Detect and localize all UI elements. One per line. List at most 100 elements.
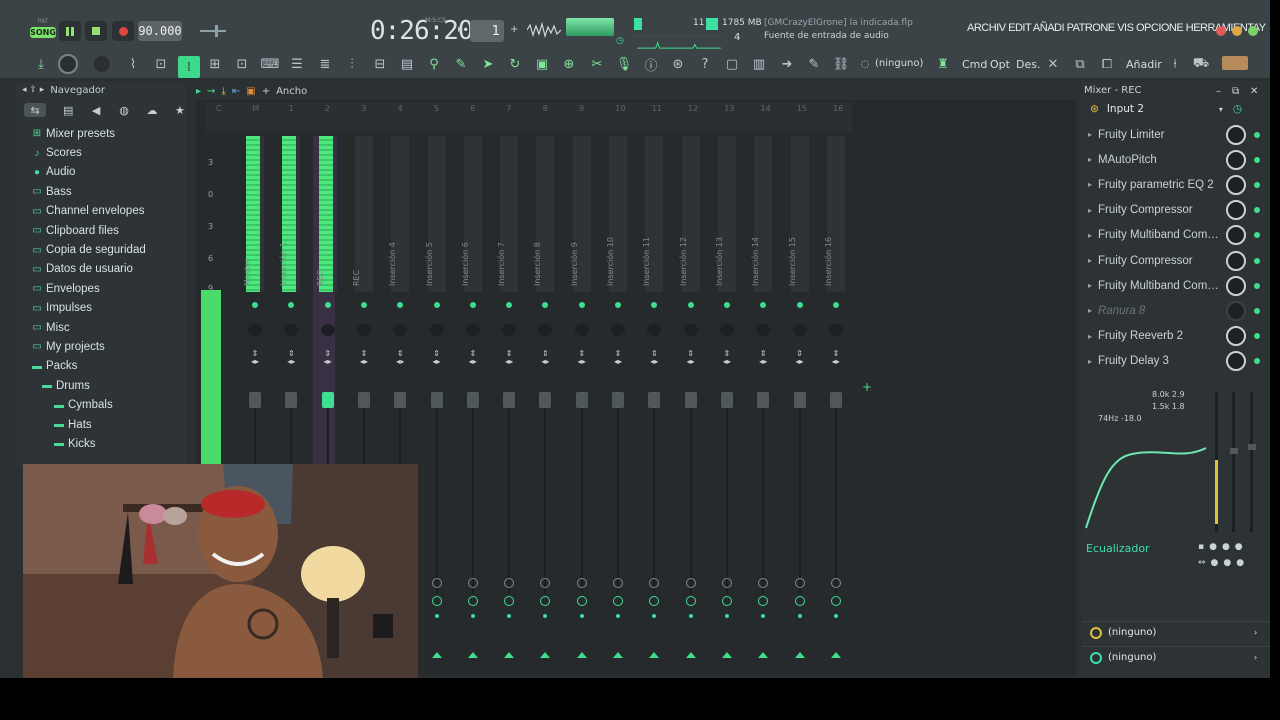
slot-enable-icon[interactable]: [1254, 257, 1260, 264]
strip-volume-fader[interactable]: [394, 392, 407, 408]
strip-volume-fader[interactable]: [539, 392, 552, 408]
strip-enable-icon[interactable]: [542, 302, 549, 308]
link-icon[interactable]: ⛓: [832, 56, 850, 72]
strip-stereo-icon[interactable]: ⇕ ◂▸: [720, 350, 734, 366]
browser-item[interactable]: ▭ Misc: [16, 318, 186, 337]
panel-minimize-icon[interactable]: –: [1216, 86, 1221, 97]
mixer-tool-3-icon[interactable]: ⇤: [232, 86, 240, 97]
cut-icon[interactable]: ✂: [588, 56, 606, 72]
strip-volume-fader[interactable]: [249, 392, 261, 408]
slot-mix-knob[interactable]: [1226, 250, 1246, 271]
cart-icon[interactable]: ⛟: [1192, 56, 1210, 72]
strip-volume-fader[interactable]: [285, 392, 298, 408]
browser-plugin-icon[interactable]: ◍: [118, 103, 130, 117]
effect-slot[interactable]: ▸ Fruity Multiband Compr...: [1082, 273, 1270, 298]
strip-volume-fader[interactable]: [357, 392, 370, 408]
slot-mix-knob[interactable]: [1226, 300, 1246, 321]
strip-send-icon[interactable]: [613, 596, 623, 606]
save-icon[interactable]: ▣: [533, 56, 551, 72]
pattern-add-icon[interactable]: +: [510, 24, 518, 35]
strip-send-icon[interactable]: [467, 596, 478, 606]
strip-send-icon[interactable]: [649, 596, 660, 606]
strip-volume-fader[interactable]: [720, 392, 733, 408]
strip-volume-fader[interactable]: [321, 392, 334, 408]
strip-enable-icon[interactable]: [397, 302, 404, 308]
slot-enable-icon[interactable]: [1254, 307, 1260, 314]
mixer-menu-arrow-icon[interactable]: ▸: [196, 86, 201, 97]
strip-route-arrow-icon[interactable]: [721, 652, 732, 658]
add-insert-icon[interactable]: +: [862, 380, 872, 394]
maximize-window-icon[interactable]: [1248, 26, 1258, 36]
strip-pan-knob[interactable]: [356, 324, 371, 336]
master-volume-knob[interactable]: [58, 54, 78, 74]
des-menu[interactable]: Des.: [1016, 58, 1040, 71]
strip-pan-knob[interactable]: [320, 324, 335, 336]
strip-send-dot[interactable]: [507, 614, 512, 618]
mixer-add-icon[interactable]: +: [262, 86, 270, 97]
mixer-strip[interactable]: Inserción 13 ⇕ ◂▸: [712, 136, 742, 658]
tempo-display[interactable]: 90.000: [138, 21, 182, 41]
effect-slot[interactable]: ▸ Ranura 8: [1082, 298, 1270, 323]
strip-pan-knob[interactable]: [756, 324, 771, 336]
browser-cloud-icon[interactable]: ☁: [146, 103, 158, 117]
slot-mix-knob[interactable]: [1226, 174, 1246, 195]
strip-route-icon[interactable]: [830, 578, 841, 588]
refresh-icon[interactable]: ↻: [506, 56, 524, 72]
browser-item[interactable]: ▭ Datos de usuario: [16, 260, 186, 279]
eq-band-knobs[interactable]: ▪●●●: [1198, 542, 1248, 552]
effect-slot[interactable]: ▸ Fruity Delay 3: [1082, 349, 1270, 374]
strip-send-icon[interactable]: [576, 596, 587, 606]
fader-icon[interactable]: ⍿: [1166, 56, 1184, 72]
slot-expand-icon[interactable]: ▸: [1082, 231, 1098, 240]
strip-pan-knob[interactable]: [719, 324, 734, 336]
mixer-icon[interactable]: ⫶: [343, 56, 361, 72]
strip-enable-icon[interactable]: [506, 302, 513, 308]
output-route[interactable]: (ninguno) ›: [1082, 621, 1270, 643]
strip-send-dot[interactable]: [434, 614, 439, 618]
strip-stereo-icon[interactable]: ⇕ ◂▸: [393, 350, 407, 366]
send-icon[interactable]: ➤: [479, 56, 497, 72]
metronome-icon[interactable]: ⊡: [233, 56, 251, 72]
strip-send-dot[interactable]: [616, 614, 620, 618]
strip-enable-icon[interactable]: [687, 302, 694, 308]
slot-mix-knob[interactable]: [1226, 326, 1246, 347]
slot-enable-icon[interactable]: [1254, 232, 1260, 239]
mixer-strip[interactable]: Inserción 6 ⇕ ◂▸: [458, 136, 488, 658]
play-button[interactable]: [59, 21, 81, 41]
eq-band-knobs-2[interactable]: ⇔●●●: [1198, 558, 1249, 568]
strip-stereo-icon[interactable]: ⇕ ◂▸: [284, 350, 298, 366]
strip-route-icon[interactable]: [758, 578, 769, 588]
strip-route-icon[interactable]: [613, 578, 623, 588]
strip-send-dot[interactable]: [797, 614, 802, 618]
browser-item[interactable]: ▬ Cymbals: [16, 395, 186, 414]
master-pitch-slider[interactable]: [200, 25, 226, 37]
browser-item[interactable]: ▭ Impulses: [16, 299, 186, 318]
effect-slot[interactable]: ▸ Fruity Compressor: [1082, 248, 1270, 273]
strip-stereo-icon[interactable]: ⇕ ◂▸: [466, 350, 480, 366]
slot-expand-icon[interactable]: ▸: [1082, 281, 1098, 290]
effect-slot[interactable]: ▸ Fruity parametric EQ 2: [1082, 172, 1270, 197]
strip-route-icon[interactable]: [649, 578, 660, 588]
strip-route-icon[interactable]: [685, 578, 696, 588]
strip-volume-fader[interactable]: [612, 392, 624, 408]
strip-volume-fader[interactable]: [430, 392, 443, 408]
strip-send-dot[interactable]: [833, 614, 838, 618]
snap-icon[interactable]: ⌇: [124, 56, 142, 72]
mixer-strip[interactable]: Inserción 7 ⇕ ◂▸: [494, 136, 524, 658]
mixer-tool-4-icon[interactable]: ▣: [246, 86, 255, 97]
typing-keyboard-icon[interactable]: ⌨: [261, 56, 280, 72]
strip-pan-knob[interactable]: [284, 324, 299, 336]
slot-name[interactable]: MAutoPitch: [1098, 154, 1224, 166]
slot-expand-icon[interactable]: ▸: [1082, 256, 1098, 265]
strip-pan-knob[interactable]: [792, 324, 807, 336]
panel-restore-icon[interactable]: ⧉: [1232, 86, 1239, 97]
plugin-icon[interactable]: ⚲: [425, 56, 443, 72]
strip-pan-knob[interactable]: [502, 324, 517, 336]
stop-button[interactable]: [85, 21, 107, 41]
slot-expand-icon[interactable]: ▸: [1082, 306, 1098, 315]
browser-item[interactable]: ▭ My projects: [16, 337, 186, 356]
paste-icon[interactable]: ⧠: [1098, 56, 1116, 72]
browser-item[interactable]: ▭ Copia de seguridad: [16, 240, 186, 259]
opt-menu[interactable]: Opt: [990, 58, 1010, 71]
slot-enable-icon[interactable]: [1254, 156, 1260, 163]
